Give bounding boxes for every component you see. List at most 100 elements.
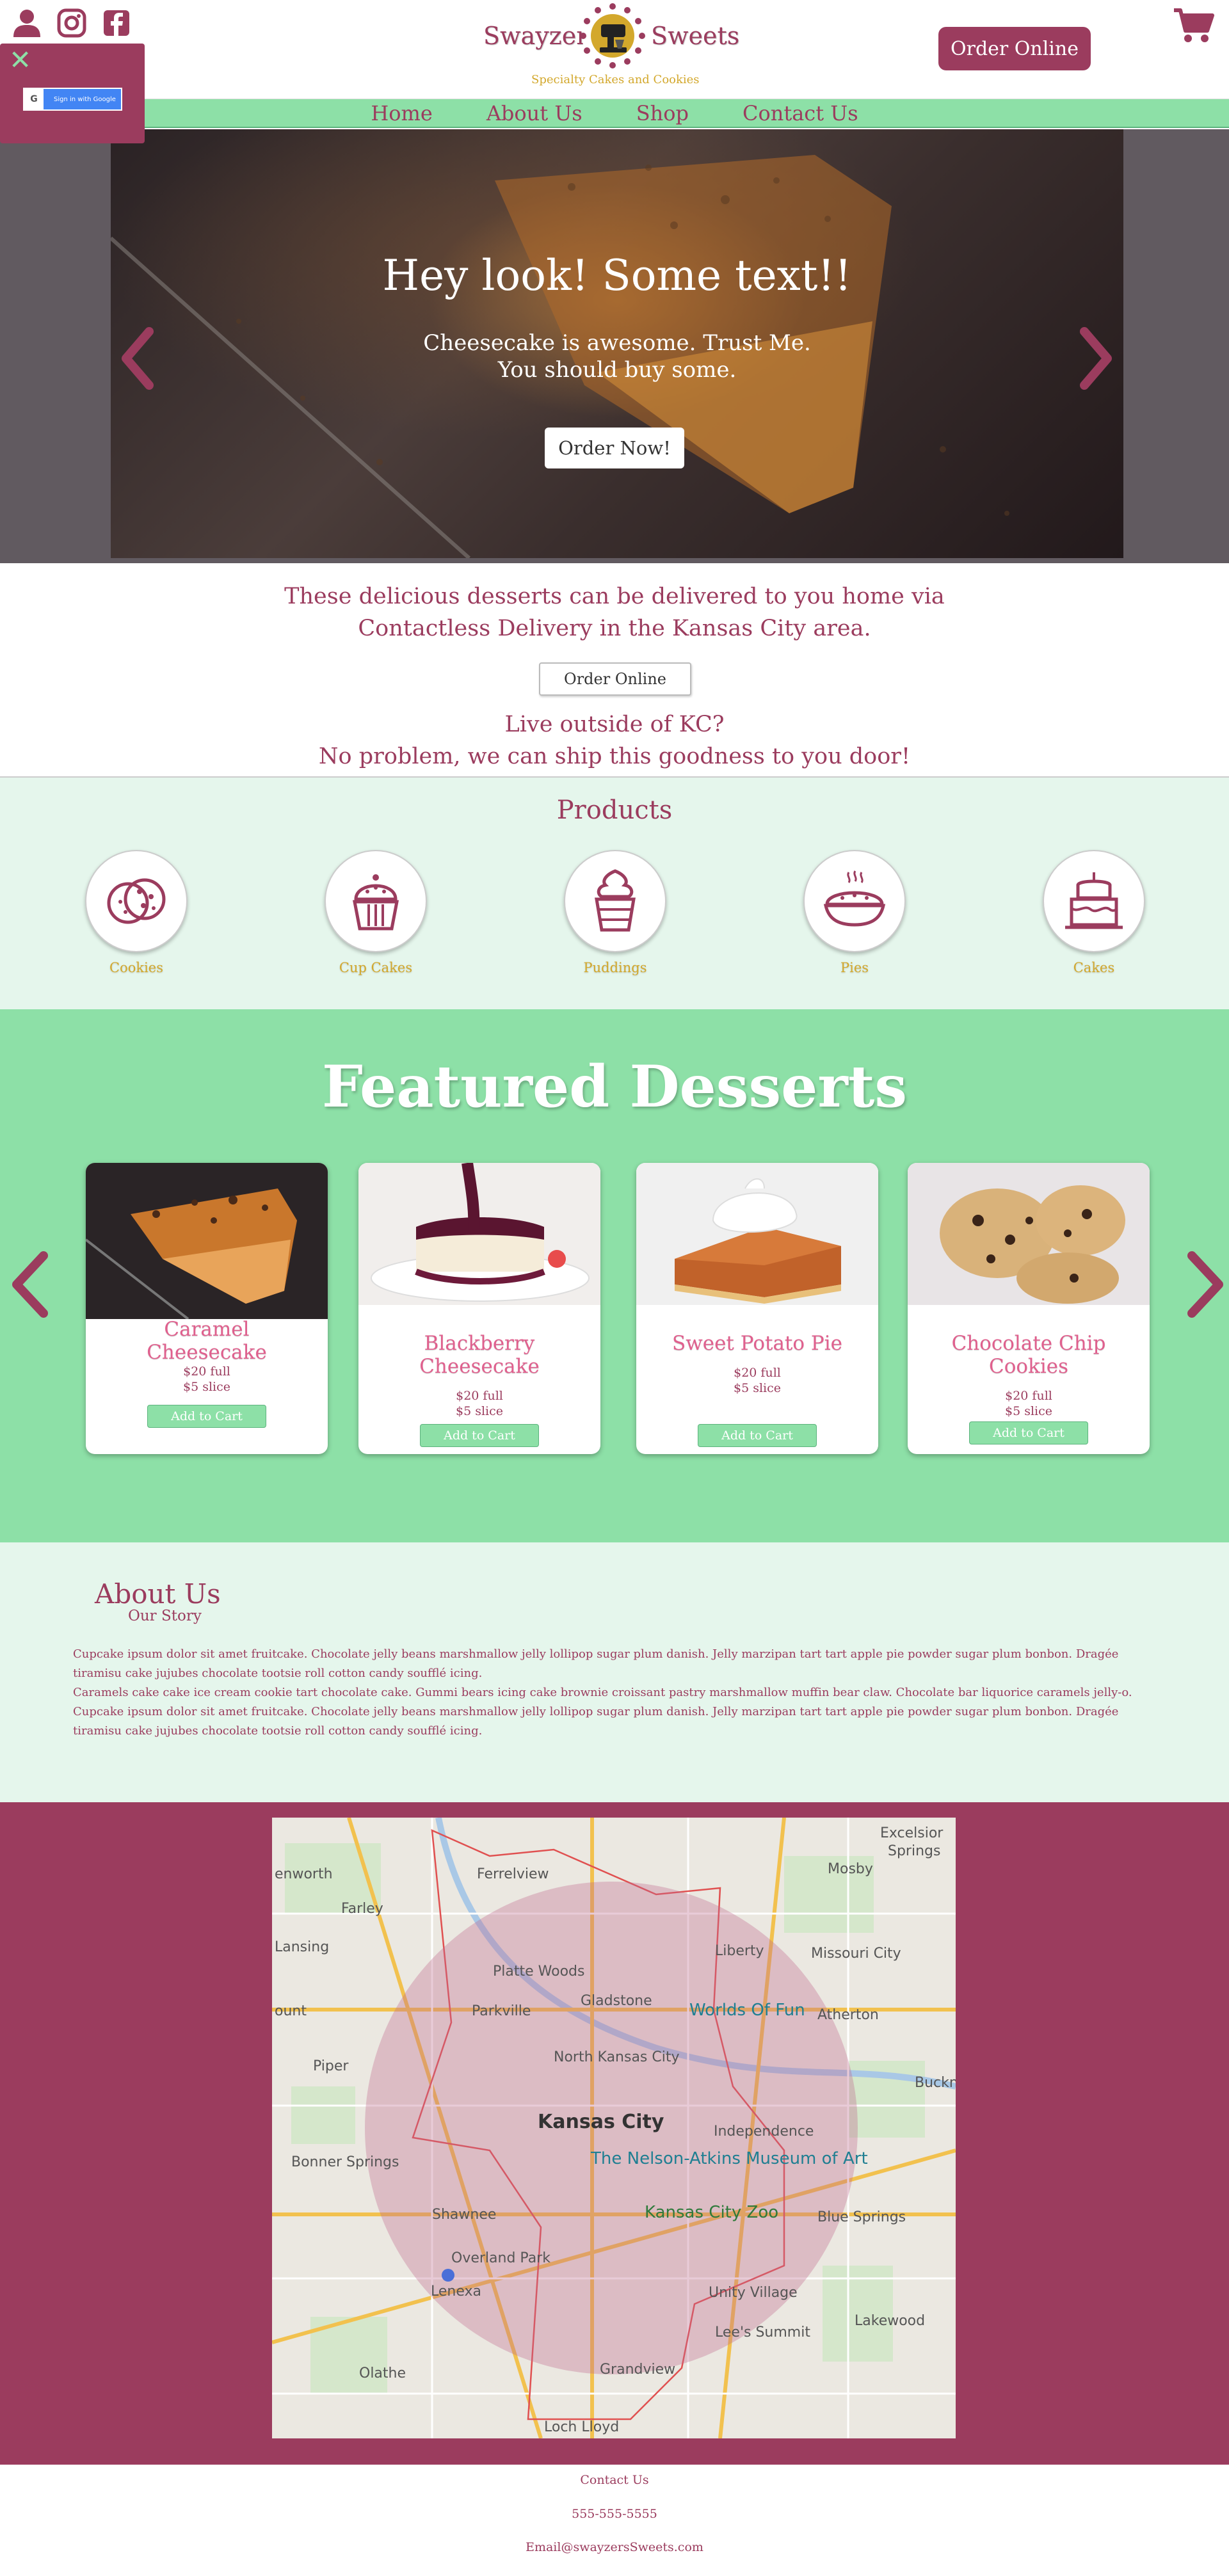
- map-label-gladstone: Gladstone: [581, 1993, 652, 2009]
- dessert-card[interactable]: Caramel Cheesecake $20 full $5 slice Add…: [86, 1163, 328, 1454]
- facebook-icon[interactable]: [101, 8, 132, 38]
- map-label-kansas-city-zoo: Kansas City Zoo: [645, 2203, 779, 2222]
- dessert-card[interactable]: Blackberry Cheesecake $20 full $5 slice …: [358, 1163, 600, 1454]
- footer-contact-us[interactable]: Contact Us: [0, 2473, 1229, 2487]
- product-puddings[interactable]: Puddings: [564, 850, 666, 975]
- map-label-loch-lloyd: Loch Lloyd: [544, 2419, 620, 2435]
- google-signin-panel: ✕ G Sign in with Google: [0, 44, 145, 143]
- featured-prev-chevron-icon[interactable]: [8, 1249, 52, 1320]
- map-label-blue-springs: Blue Springs: [817, 2209, 906, 2225]
- add-to-cart-button[interactable]: Add to Cart: [969, 1421, 1088, 1444]
- dessert-price-full: $20 full: [183, 1364, 230, 1379]
- site-header: Swayzer's Sweets Specialty Cakes and Coo…: [0, 0, 1229, 99]
- dessert-price-slice: $5 slice: [733, 1381, 781, 1395]
- about-text: Cupcake ipsum dolor sit amet fruitcake. …: [73, 1645, 1165, 1741]
- product-circle: [564, 850, 666, 952]
- dessert-card[interactable]: Sweet Potato Pie $20 full $5 slice Add t…: [636, 1163, 878, 1454]
- blackberry-cheesecake-image: [358, 1163, 600, 1305]
- map-label-atherton: Atherton: [817, 2007, 879, 2023]
- footer-email[interactable]: Email@swayzersSweets.com: [0, 2540, 1229, 2554]
- map-label-worlds-of-fun: Worlds Of Fun: [689, 2001, 805, 2020]
- nav-shop[interactable]: Shop: [636, 101, 689, 125]
- nav-contact-us[interactable]: Contact Us: [743, 101, 858, 125]
- hero-section: Hey look! Some text!! Cheesecake is awes…: [0, 129, 1229, 563]
- map-label-lees-summit: Lee's Summit: [715, 2324, 810, 2340]
- map-label-olathe: Olathe: [359, 2365, 406, 2381]
- delivery-map-section: Excelsior Springs Mosby Ferrelview enwor…: [0, 1802, 1229, 2465]
- dessert-price-slice: $5 slice: [1004, 1404, 1052, 1418]
- map-label-mosby: Mosby: [828, 1861, 873, 1877]
- dessert-price-slice: $5 slice: [182, 1380, 230, 1394]
- map-label-north-kansas-city: North Kansas City: [554, 2049, 680, 2065]
- site-footer: Contact Us 555-555-5555 Email@swayzersSw…: [0, 2465, 1229, 2576]
- map-label-liberty: Liberty: [715, 1943, 764, 1959]
- map-label-enworth: enworth: [275, 1866, 333, 1882]
- product-label: Puddings: [583, 960, 647, 975]
- about-subtitle: Our Story: [128, 1608, 202, 1624]
- featured-next-chevron-icon[interactable]: [1183, 1249, 1228, 1320]
- delivery-line-1: These delicious desserts can be delivere…: [284, 584, 945, 609]
- nav-about-us[interactable]: About Us: [486, 101, 582, 125]
- delivery-info: These delicious desserts can be delivere…: [0, 563, 1229, 778]
- dessert-card[interactable]: Chocolate Chip Cookies $20 full $5 slice…: [908, 1163, 1150, 1454]
- delivery-line-3: Live outside of KC?: [504, 712, 725, 737]
- map-label-farley: Farley: [341, 1901, 383, 1917]
- chocolate-chip-cookies-image: [908, 1163, 1150, 1305]
- add-to-cart-button[interactable]: Add to Cart: [420, 1424, 539, 1447]
- map-label-ount: ount: [275, 2003, 307, 2019]
- delivery-order-online-button[interactable]: Order Online: [539, 662, 691, 696]
- hero-subtitle-2: You should buy some.: [497, 357, 737, 383]
- map-label-piper: Piper: [313, 2058, 349, 2074]
- dessert-name: Blackberry Cheesecake: [419, 1332, 540, 1378]
- footer-phone[interactable]: 555-555-5555: [0, 2507, 1229, 2521]
- instagram-icon[interactable]: [56, 8, 87, 38]
- product-cookies[interactable]: Cookies: [85, 850, 188, 975]
- hero-next-chevron-icon[interactable]: [1077, 326, 1115, 390]
- hero-prev-chevron-icon[interactable]: [118, 326, 157, 390]
- nav-home[interactable]: Home: [371, 101, 432, 125]
- logo-mixer-icon: [580, 3, 645, 68]
- map-label-lansing: Lansing: [275, 1939, 330, 1955]
- map-label-kansas-city: Kansas City: [538, 2111, 664, 2133]
- map-label-nelson-atkins: The Nelson-Atkins Museum of Art: [591, 2149, 868, 2168]
- site-logo[interactable]: Swayzer's Sweets Specialty Cakes and Coo…: [483, 3, 739, 86]
- map-label-lenexa: Lenexa: [431, 2284, 481, 2300]
- map-label-independence: Independence: [714, 2124, 814, 2140]
- order-now-button[interactable]: Order Now!: [545, 428, 684, 468]
- google-g-icon: G: [24, 89, 44, 109]
- add-to-cart-button[interactable]: Add to Cart: [147, 1405, 266, 1428]
- cake-icon: [1065, 872, 1123, 929]
- about-section: About Us Our Story Cupcake ipsum dolor s…: [0, 1542, 1229, 1802]
- map-label-bonner-springs: Bonner Springs: [291, 2154, 399, 2170]
- map-label-excelsior: Excelsior: [880, 1825, 944, 1841]
- cart-icon[interactable]: [1173, 6, 1215, 45]
- delivery-map[interactable]: Excelsior Springs Mosby Ferrelview enwor…: [272, 1818, 956, 2438]
- map-label-missouri-city: Missouri City: [811, 1946, 901, 1962]
- product-cakes[interactable]: Cakes: [1043, 850, 1145, 975]
- product-circle: [85, 850, 188, 952]
- user-icon[interactable]: [12, 8, 42, 38]
- product-circle: [803, 850, 906, 952]
- google-signin-button[interactable]: G Sign in with Google: [23, 88, 122, 111]
- dessert-price-full: $20 full: [1005, 1389, 1052, 1403]
- map-label-ferrelview: Ferrelview: [477, 1866, 549, 1882]
- close-icon[interactable]: ✕: [9, 47, 32, 74]
- product-cup-cakes[interactable]: Cup Cakes: [325, 850, 427, 975]
- product-label: Cup Cakes: [339, 960, 413, 975]
- map-label-lakewood: Lakewood: [855, 2313, 926, 2329]
- delivery-line-2: Contactless Delivery in the Kansas City …: [358, 616, 871, 641]
- map-label-unity-village: Unity Village: [709, 2285, 798, 2301]
- hero-subtitle-1: Cheesecake is awesome. Trust Me.: [423, 330, 811, 356]
- about-paragraph-2: Caramels cake cake ice cream cookie tart…: [73, 1686, 1132, 1699]
- caramel-cheesecake-image: [86, 1163, 328, 1320]
- map-label-parkville: Parkville: [472, 2003, 531, 2019]
- order-online-button[interactable]: Order Online: [938, 27, 1091, 70]
- pudding-icon: [595, 869, 636, 932]
- map-label-buckne: Buckne: [915, 2075, 956, 2091]
- product-pies[interactable]: Pies: [803, 850, 906, 975]
- dessert-price-full: $20 full: [734, 1366, 781, 1380]
- map-label-shawnee: Shawnee: [432, 2207, 497, 2223]
- product-label: Cakes: [1073, 960, 1115, 975]
- add-to-cart-button[interactable]: Add to Cart: [698, 1424, 817, 1447]
- about-paragraph-3: Cupcake ipsum dolor sit amet fruitcake. …: [73, 1705, 1119, 1738]
